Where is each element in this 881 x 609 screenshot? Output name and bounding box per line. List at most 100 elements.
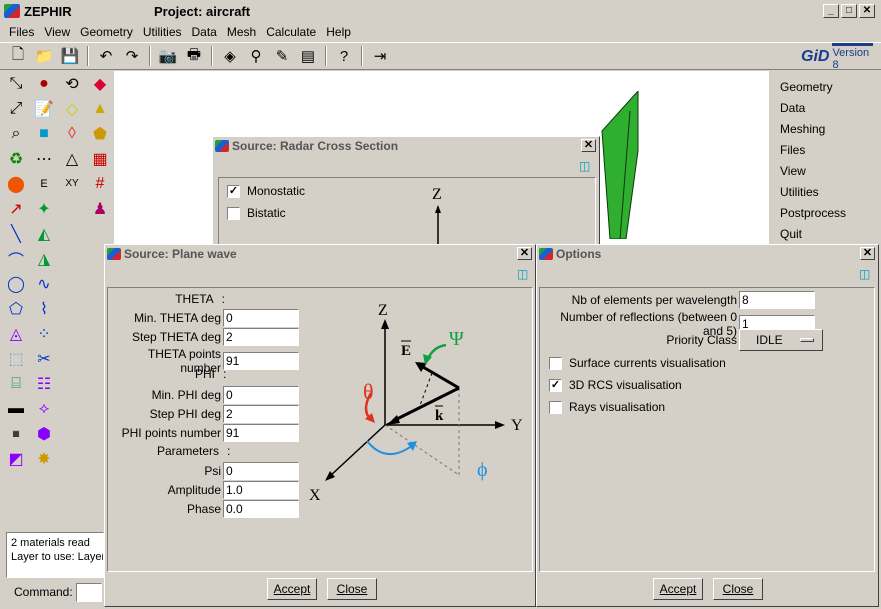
patch-icon[interactable]: ◬	[2, 321, 30, 346]
star-icon[interactable]: ✸	[30, 446, 58, 471]
nodes-elems-icon[interactable]: ▦	[2, 421, 30, 446]
cylinder-icon[interactable]: ⌸	[2, 371, 30, 396]
right-menu-data[interactable]: Data	[772, 98, 881, 119]
surface-wire-icon[interactable]: ◭	[30, 221, 58, 246]
entity-label-icon[interactable]: E	[30, 171, 58, 196]
priority-dropdown[interactable]: IDLE	[739, 329, 823, 351]
menu-mesh[interactable]: Mesh	[222, 25, 261, 39]
close-window-button[interactable]: ✕	[859, 4, 875, 18]
right-menu-meshing[interactable]: Meshing	[772, 119, 881, 140]
straight-line-icon[interactable]: ╲	[2, 221, 30, 246]
render-icon[interactable]: ◈	[218, 45, 242, 67]
phase-input[interactable]: 0.0	[223, 500, 299, 518]
polygon-icon[interactable]: ⬠	[2, 296, 30, 321]
line-dots-icon[interactable]: ⋯	[30, 146, 58, 171]
command-input[interactable]	[76, 583, 102, 602]
recycle-icon[interactable]: ♻	[2, 146, 30, 171]
min-theta-input[interactable]: 0	[223, 309, 299, 327]
right-menu-files[interactable]: Files	[772, 140, 881, 161]
layer-icon[interactable]: ◇	[58, 96, 86, 121]
scissors-icon[interactable]: ✂	[30, 346, 58, 371]
surface-color-icon[interactable]: ◆	[86, 71, 114, 96]
ladder-icon[interactable]: ☷	[30, 371, 58, 396]
psi-input[interactable]: 0	[223, 462, 299, 480]
axes-xy-icon[interactable]: XY	[58, 171, 86, 196]
point-icon[interactable]: ●	[30, 71, 58, 96]
theta-points-input[interactable]: 91	[223, 352, 299, 370]
open-folder-icon[interactable]: 📁	[32, 45, 56, 67]
surface-currents-checkbox[interactable]	[549, 356, 562, 370]
eraser-icon[interactable]: ◊	[58, 121, 86, 146]
arrow-icon[interactable]: ↗	[2, 196, 30, 221]
wire-icon[interactable]: ✦	[30, 196, 58, 221]
wire-cube-icon[interactable]: ⬚	[2, 346, 30, 371]
print-icon[interactable]: 🖶	[182, 45, 206, 67]
step-theta-input[interactable]: 2	[223, 328, 299, 346]
net-icon[interactable]: ⟡	[30, 396, 58, 421]
triangle-icon[interactable]: △	[58, 146, 86, 171]
menu-help[interactable]: Help	[321, 25, 356, 39]
points-line-icon[interactable]: ⁘	[30, 321, 58, 346]
menu-geometry[interactable]: Geometry	[75, 25, 138, 39]
polyline-icon[interactable]: ⌇	[30, 296, 58, 321]
redo-icon[interactable]: ↷	[120, 45, 144, 67]
nb-elements-input[interactable]: 8	[739, 291, 815, 309]
cube-icon[interactable]: ■	[30, 121, 58, 146]
menu-view[interactable]: View	[39, 25, 75, 39]
rcs-detach-icon[interactable]: ◫	[579, 159, 595, 173]
curve-icon[interactable]: ∿	[30, 271, 58, 296]
edit-icon[interactable]: ✎	[270, 45, 294, 67]
rcs-close-icon[interactable]: ✕	[581, 139, 596, 152]
save-disk-icon[interactable]: 💾	[58, 45, 82, 67]
right-menu-postprocess[interactable]: Postprocess	[772, 203, 881, 224]
options-close-icon[interactable]: ✕	[860, 247, 875, 260]
right-menu-utilities[interactable]: Utilities	[772, 182, 881, 203]
plane-wave-accept-button[interactable]: Accept	[267, 578, 317, 600]
help-icon[interactable]: ?	[332, 45, 356, 67]
grid-mesh-icon[interactable]: ▦	[86, 146, 114, 171]
plane-wave-close-icon[interactable]: ✕	[517, 247, 532, 260]
volume-icon[interactable]: ⬟	[86, 121, 114, 146]
rays-checkbox[interactable]	[549, 400, 562, 414]
circle-icon[interactable]: ◯	[2, 271, 30, 296]
options-close-button[interactable]: Close	[713, 578, 763, 600]
right-menu-view[interactable]: View	[772, 161, 881, 182]
prism-icon[interactable]: ▲	[86, 96, 114, 121]
rcs-3d-checkbox[interactable]: ✓	[549, 378, 562, 392]
zoom-out-icon[interactable]: ⤢	[2, 96, 30, 121]
split-icon[interactable]: ◩	[2, 446, 30, 471]
minimize-button[interactable]: _	[823, 4, 839, 18]
menu-files[interactable]: Files	[4, 25, 39, 39]
plane-wave-close-button[interactable]: Close	[327, 578, 377, 600]
slab-icon[interactable]: ▬	[2, 396, 30, 421]
undo-icon[interactable]: ↶	[94, 45, 118, 67]
figure-icon[interactable]: ♟	[86, 196, 114, 221]
camera-icon[interactable]: 📷	[156, 45, 180, 67]
zoom-icon[interactable]: ⚲	[244, 45, 268, 67]
monostatic-checkbox[interactable]: ✓	[227, 184, 240, 198]
right-menu-geometry[interactable]: Geometry	[772, 77, 881, 98]
step-phi-input[interactable]: 2	[223, 405, 299, 423]
menu-utilities[interactable]: Utilities	[138, 25, 187, 39]
amplitude-input[interactable]: 1.0	[223, 481, 299, 499]
options-accept-button[interactable]: Accept	[653, 578, 703, 600]
rotate-icon[interactable]: ⟲	[58, 71, 86, 96]
exit-icon[interactable]: ⇥	[368, 45, 392, 67]
new-file-icon[interactable]: 🗋	[6, 45, 30, 67]
notepad-icon[interactable]: 📝	[30, 96, 58, 121]
maximize-button[interactable]: □	[841, 4, 857, 18]
min-phi-input[interactable]: 0	[223, 386, 299, 404]
phi-points-input[interactable]: 91	[223, 424, 299, 442]
options-detach-icon[interactable]: ◫	[859, 267, 875, 281]
arc-icon[interactable]: ⌒	[2, 246, 30, 271]
bistatic-checkbox[interactable]	[227, 206, 240, 220]
right-menu-quit[interactable]: Quit	[772, 224, 881, 245]
zoom-in-icon[interactable]: ⤡	[2, 71, 30, 96]
layers-icon[interactable]: ▤	[296, 45, 320, 67]
mesh-icon[interactable]: #	[86, 171, 114, 196]
zoom-frame-icon[interactable]: ⌕	[2, 121, 30, 146]
menu-data[interactable]: Data	[187, 25, 222, 39]
surface-fill-icon[interactable]: ◮	[30, 246, 58, 271]
menu-calculate[interactable]: Calculate	[261, 25, 321, 39]
surface-mesh-icon[interactable]: ⬢	[30, 421, 58, 446]
